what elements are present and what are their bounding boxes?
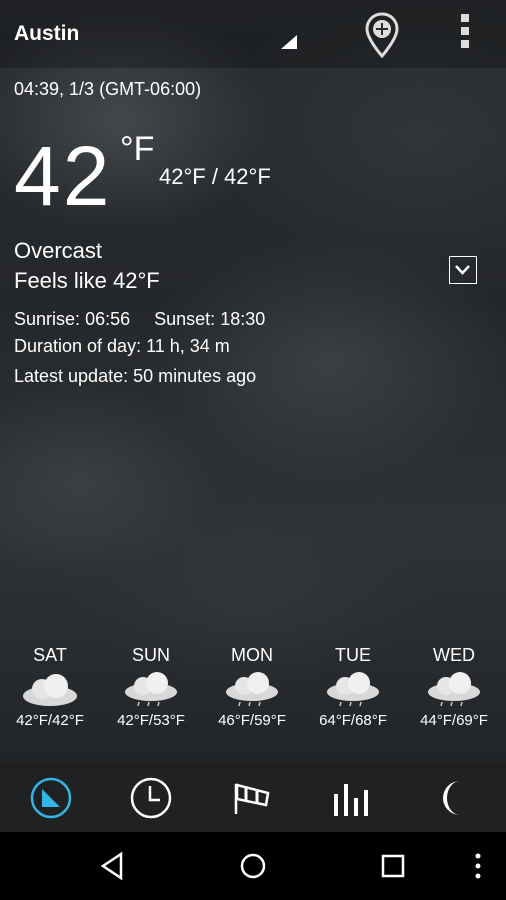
forecast-temp-range: 42°F/53°F (117, 712, 185, 729)
city-name[interactable]: Austin (14, 22, 79, 46)
expand-details-button[interactable] (449, 256, 477, 284)
wind-windsock-icon[interactable] (230, 776, 274, 820)
system-navigation-bar (0, 832, 506, 900)
rain-cloud-icon (327, 672, 379, 707)
forecast-day-name: WED (433, 645, 475, 665)
temperature-unit: °F (120, 130, 155, 168)
dropdown-triangle-icon[interactable] (281, 35, 297, 49)
sunrise-label: Sunrise: (14, 309, 81, 329)
top-bar: Austin (0, 0, 506, 68)
recents-icon[interactable] (377, 850, 409, 882)
hourly-clock-icon[interactable] (129, 776, 173, 820)
forecast-temp-range: 42°F/42°F (16, 712, 84, 729)
forecast-day[interactable]: TUE 64°F/68°F (303, 645, 403, 729)
overflow-menu-icon[interactable] (455, 14, 475, 54)
local-datetime: 04:39, 1/3 (GMT-06:00) (14, 79, 202, 99)
add-location-pin-icon[interactable] (365, 12, 399, 58)
weather-condition: Overcast (14, 238, 103, 263)
latest-update: Latest update: 50 minutes ago (14, 366, 257, 386)
sunrise-time: 06:56 (85, 309, 131, 329)
feels-like: Feels like 42°F (14, 268, 160, 293)
forecast-day-name: SAT (33, 645, 67, 665)
forecast-temp-range: 64°F/68°F (319, 712, 387, 729)
forecast-day[interactable]: SAT 42°F/42°F (0, 645, 100, 729)
rain-cloud-icon (428, 672, 480, 707)
moon-phase-icon[interactable] (432, 776, 476, 820)
forecast-day[interactable]: MON 46°F/59°F (202, 645, 302, 729)
home-icon[interactable] (237, 850, 269, 882)
overcast-cloud-icon (23, 674, 77, 706)
daily-forecast-strip: SAT 42°F/42°F SUN 42°F/53°F MON 46°F/59°… (0, 645, 506, 745)
rain-cloud-icon (226, 672, 278, 707)
forecast-day[interactable]: WED 44°F/69°F (404, 645, 504, 729)
forecast-day[interactable]: SUN 42°F/53°F (101, 645, 201, 729)
rain-cloud-icon (125, 672, 177, 707)
forecast-temp-range: 44°F/69°F (420, 712, 488, 729)
forecast-day-name: MON (231, 645, 273, 665)
sunset-label: Sunset: (154, 309, 216, 329)
sun-times-row: Sunrise: 06:56 Sunset: 18:30 (14, 309, 265, 330)
system-overflow-icon[interactable] (462, 850, 494, 882)
high-low-temperature: 42°F / 42°F (159, 164, 271, 189)
forecast-day-name: SUN (131, 645, 170, 665)
forecast-temp-range: 46°F/59°F (218, 712, 286, 729)
charts-bars-icon[interactable] (332, 776, 376, 820)
sunset-time: 18:30 (220, 309, 266, 329)
chevron-down-icon (455, 265, 470, 275)
back-icon[interactable] (97, 850, 129, 882)
bottom-navigation (0, 762, 506, 832)
forecast-day-name: TUE (335, 645, 371, 665)
current-temperature: 42 (14, 129, 112, 223)
day-duration: Duration of day: 11 h, 34 m (14, 336, 230, 356)
current-tab-icon[interactable] (29, 776, 73, 820)
